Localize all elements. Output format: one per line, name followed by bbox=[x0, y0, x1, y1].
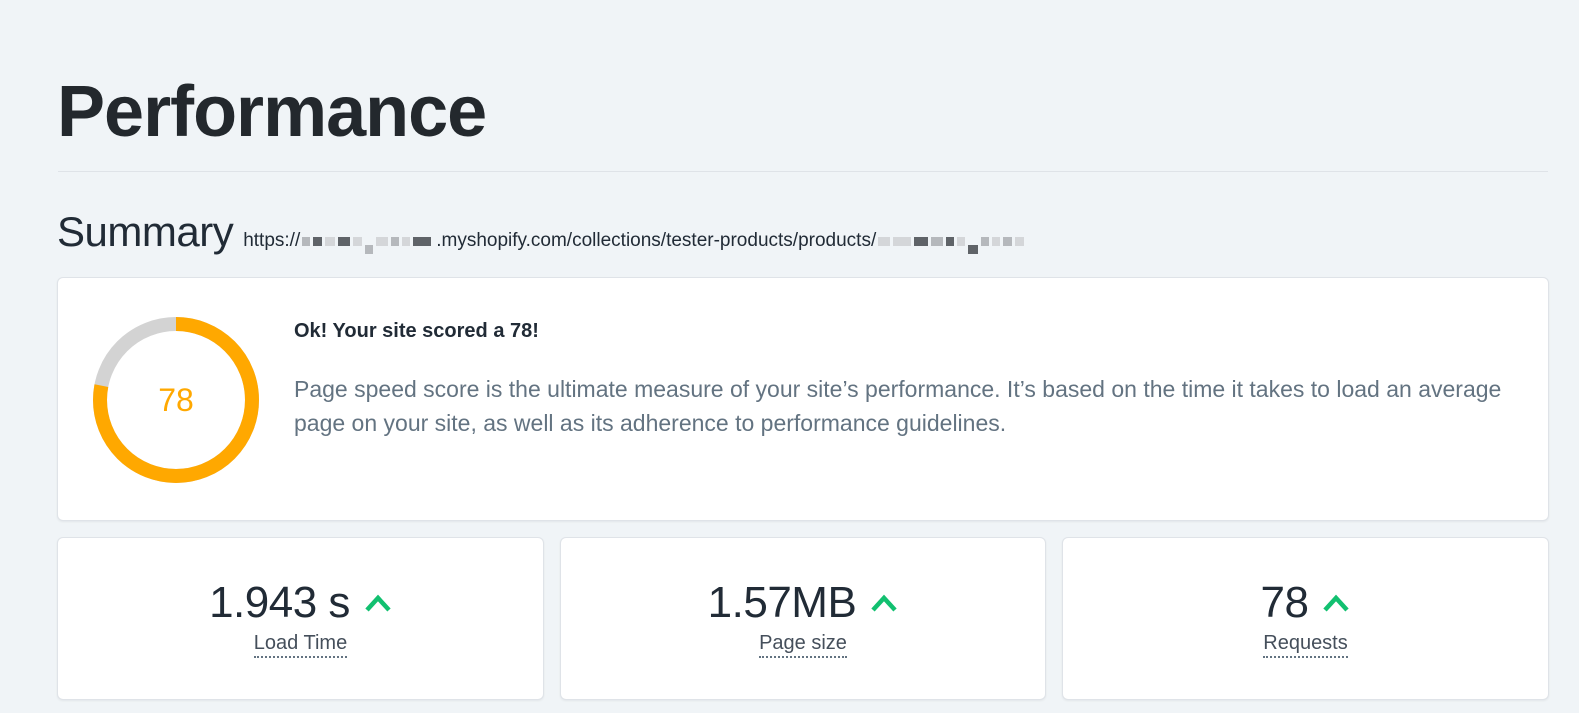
performance-page: Performance Summary https:// .myshopify.… bbox=[0, 0, 1579, 713]
metric-card-page-size: 1.57MB Page size bbox=[560, 537, 1046, 700]
metric-value: 1.57MB bbox=[707, 578, 857, 627]
metric-card-load-time: 1.943 s Load Time bbox=[57, 537, 544, 700]
metric-label-page-size[interactable]: Page size bbox=[759, 632, 847, 658]
metric-card-requests: 78 Requests bbox=[1062, 537, 1549, 700]
metric-label-load-time[interactable]: Load Time bbox=[253, 632, 348, 658]
redacted-product-handle bbox=[878, 231, 1027, 254]
arrow-up-icon bbox=[1323, 594, 1350, 612]
score-heading: Ok! Your site scored a 78! bbox=[294, 320, 539, 342]
metric-value: 78 bbox=[1260, 578, 1309, 627]
summary-header: Summary https:// .myshopify.com/collecti… bbox=[57, 208, 1029, 256]
metric-value: 1.943 s bbox=[209, 578, 350, 627]
url-path: .myshopify.com/collections/tester-produc… bbox=[436, 230, 877, 251]
summary-url: https:// .myshopify.com/collections/test… bbox=[243, 230, 1029, 254]
url-prefix: https:// bbox=[243, 230, 301, 251]
score-description: Page speed score is the ultimate measure… bbox=[294, 376, 1502, 436]
summary-title: Summary bbox=[57, 208, 234, 255]
title-divider bbox=[58, 171, 1548, 172]
score-gauge: 78 bbox=[91, 315, 261, 485]
arrow-up-icon bbox=[365, 594, 391, 612]
metric-label-requests[interactable]: Requests bbox=[1263, 632, 1348, 658]
score-card: 78 Ok! Your site scored a 78! Page speed… bbox=[57, 277, 1549, 521]
score-value: 78 bbox=[158, 381, 194, 418]
redacted-store-name bbox=[302, 231, 434, 254]
arrow-up-icon bbox=[871, 594, 897, 612]
page-title: Performance bbox=[57, 72, 487, 152]
